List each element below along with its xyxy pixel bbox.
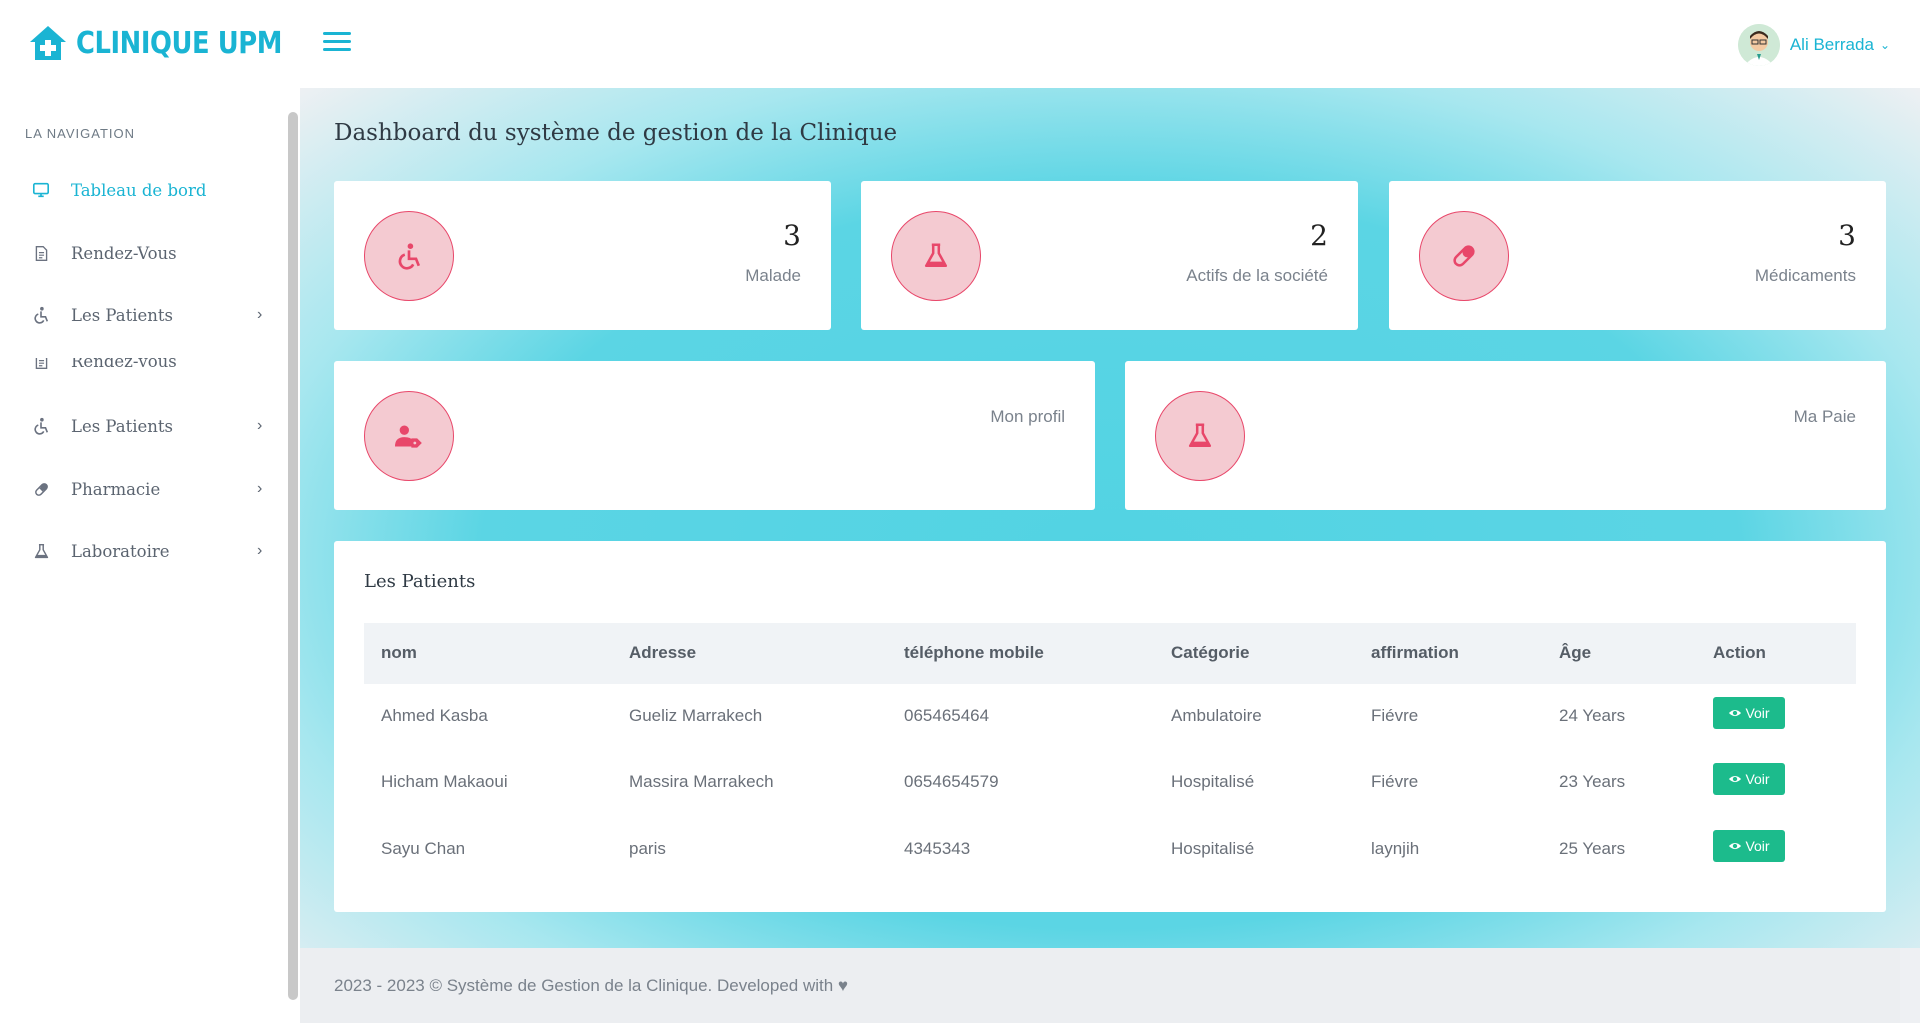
page-title: Dashboard du système de gestion de la Cl… <box>334 120 898 146</box>
cell-adresse: Massira Marrakech <box>629 772 774 791</box>
stat-label: Actifs de la société <box>1186 266 1328 285</box>
eye-icon <box>1729 709 1742 717</box>
clinic-house-icon <box>30 26 66 60</box>
column-header[interactable]: affirmation <box>1371 643 1459 663</box>
sidebar-item-label: Rendez-vous <box>71 358 177 371</box>
sidebar-scrollbar[interactable] <box>288 112 298 1000</box>
sidebar-item-rendez-vous-2[interactable]: Rendez-vous <box>0 358 290 380</box>
cell-affirmation: Fiévre <box>1371 772 1419 791</box>
table-header: nom Adresse téléphone mobile Catégorie a… <box>364 623 1856 684</box>
nav-heading: LA NAVIGATION <box>25 126 136 141</box>
sidebar: LA NAVIGATION Tableau de bord Rendez-Vou… <box>0 88 300 1023</box>
sidebar-item-label: Pharmacie <box>71 479 161 499</box>
voir-label: Voir <box>1745 771 1770 787</box>
cell-categorie: Hospitalisé <box>1171 772 1255 791</box>
cell-adresse: paris <box>629 839 666 858</box>
flask-icon <box>30 540 52 562</box>
shortcut-card-ma-paie[interactable]: Ma Paie <box>1125 361 1886 510</box>
brand-name: CLINIQUE UPM <box>76 25 283 61</box>
flask-icon <box>1155 391 1245 481</box>
cell-age: 24 Years <box>1559 706 1626 725</box>
eye-icon <box>1729 842 1742 850</box>
top-header: CLINIQUE UPM Ali Berrada ⌄ <box>0 0 1920 88</box>
cell-affirmation: laynjih <box>1371 839 1420 858</box>
cell-categorie: Ambulatoire <box>1171 706 1262 725</box>
column-header[interactable]: téléphone mobile <box>904 643 1044 663</box>
avatar <box>1737 24 1780 66</box>
chevron-right-icon: › <box>257 542 263 559</box>
footer-text: 2023 - 2023 © Système de Gestion de la C… <box>334 976 849 995</box>
sidebar-item-label: Laboratoire <box>71 541 170 561</box>
cell-age: 23 Years <box>1559 772 1626 791</box>
cell-age: 25 Years <box>1559 839 1626 858</box>
table-row: Hicham Makaoui Massira Marrakech 0654654… <box>364 750 1856 816</box>
eye-icon <box>1729 775 1742 783</box>
hamburger-menu-icon[interactable] <box>323 32 351 54</box>
stat-label: Malade <box>745 266 801 285</box>
stat-value: 3 <box>1838 219 1856 252</box>
column-header[interactable]: Catégorie <box>1171 643 1249 663</box>
shortcut-label: Mon profil <box>990 407 1065 426</box>
sidebar-item-label: Tableau de bord <box>71 180 207 200</box>
cell-nom: Sayu Chan <box>381 839 466 858</box>
cell-affirmation: Fiévre <box>1371 706 1419 725</box>
wheelchair-icon <box>30 304 52 326</box>
flask-icon <box>891 211 981 301</box>
column-header[interactable]: nom <box>381 643 417 663</box>
sidebar-item-laboratoire[interactable]: Laboratoire › <box>0 531 290 571</box>
table-row: Ahmed Kasba Gueliz Marrakech 065465464 A… <box>364 684 1856 750</box>
cell-telephone: 065465464 <box>904 706 990 725</box>
chevron-down-icon: ⌄ <box>1879 38 1890 52</box>
cell-nom: Ahmed Kasba <box>381 706 488 725</box>
user-name: Ali Berrada <box>1789 35 1874 54</box>
footer: 2023 - 2023 © Système de Gestion de la C… <box>300 948 1900 1023</box>
stat-card-malade[interactable]: 3 Malade <box>334 181 831 330</box>
patients-table-card: Les Patients nom Adresse téléphone mobil… <box>334 541 1886 912</box>
voir-button[interactable]: Voir <box>1713 697 1785 729</box>
pill-icon <box>30 478 52 500</box>
sidebar-item-label: Les Patients <box>71 305 174 325</box>
sidebar-item-pharmacie[interactable]: Pharmacie › <box>0 469 290 509</box>
column-header: Action <box>1713 643 1766 662</box>
user-menu[interactable]: Ali Berrada ⌄ <box>1737 24 1890 66</box>
stat-value: 3 <box>783 219 801 252</box>
chevron-right-icon: › <box>257 306 263 323</box>
user-tag-icon <box>364 391 454 481</box>
column-header[interactable]: Âge <box>1559 643 1591 663</box>
shortcut-label: Ma Paie <box>1793 407 1856 426</box>
stat-label: Médicaments <box>1754 266 1856 285</box>
voir-label: Voir <box>1745 838 1770 854</box>
shortcut-card-mon-profil[interactable]: Mon profil <box>334 361 1095 510</box>
cell-nom: Hicham Makaoui <box>381 772 508 791</box>
document-icon <box>30 242 52 264</box>
wheelchair-icon <box>30 415 52 437</box>
stat-card-actifs[interactable]: 2 Actifs de la société <box>861 181 1358 330</box>
voir-button[interactable]: Voir <box>1713 830 1785 862</box>
stat-value: 2 <box>1310 219 1328 252</box>
cell-categorie: Hospitalisé <box>1171 839 1255 858</box>
sidebar-item-label: Les Patients <box>71 416 174 436</box>
table-title: Les Patients <box>364 571 476 592</box>
column-header[interactable]: Adresse <box>629 643 696 663</box>
sidebar-item-rendez-vous[interactable]: Rendez-Vous <box>0 233 290 273</box>
chevron-right-icon: › <box>257 417 263 434</box>
sidebar-item-label: Rendez-Vous <box>71 243 177 263</box>
cell-adresse: Gueliz Marrakech <box>629 706 763 725</box>
stat-card-medicaments[interactable]: 3 Médicaments <box>1389 181 1886 330</box>
chevron-right-icon: › <box>257 480 263 497</box>
wheelchair-icon <box>364 211 454 301</box>
table-row: Sayu Chan paris 4345343 Hospitalisé layn… <box>364 817 1856 883</box>
pill-icon <box>1419 211 1509 301</box>
sidebar-item-les-patients[interactable]: Les Patients › <box>0 295 290 335</box>
monitor-icon <box>30 179 52 201</box>
cell-telephone: 4345343 <box>904 839 971 858</box>
sidebar-item-tableau-de-bord[interactable]: Tableau de bord <box>0 170 290 210</box>
sidebar-item-les-patients-2[interactable]: Les Patients › <box>0 406 290 446</box>
voir-label: Voir <box>1745 705 1770 721</box>
brand-logo[interactable]: CLINIQUE UPM <box>28 24 316 62</box>
voir-button[interactable]: Voir <box>1713 763 1785 795</box>
cell-telephone: 0654654579 <box>904 772 999 791</box>
document-icon <box>30 358 52 372</box>
